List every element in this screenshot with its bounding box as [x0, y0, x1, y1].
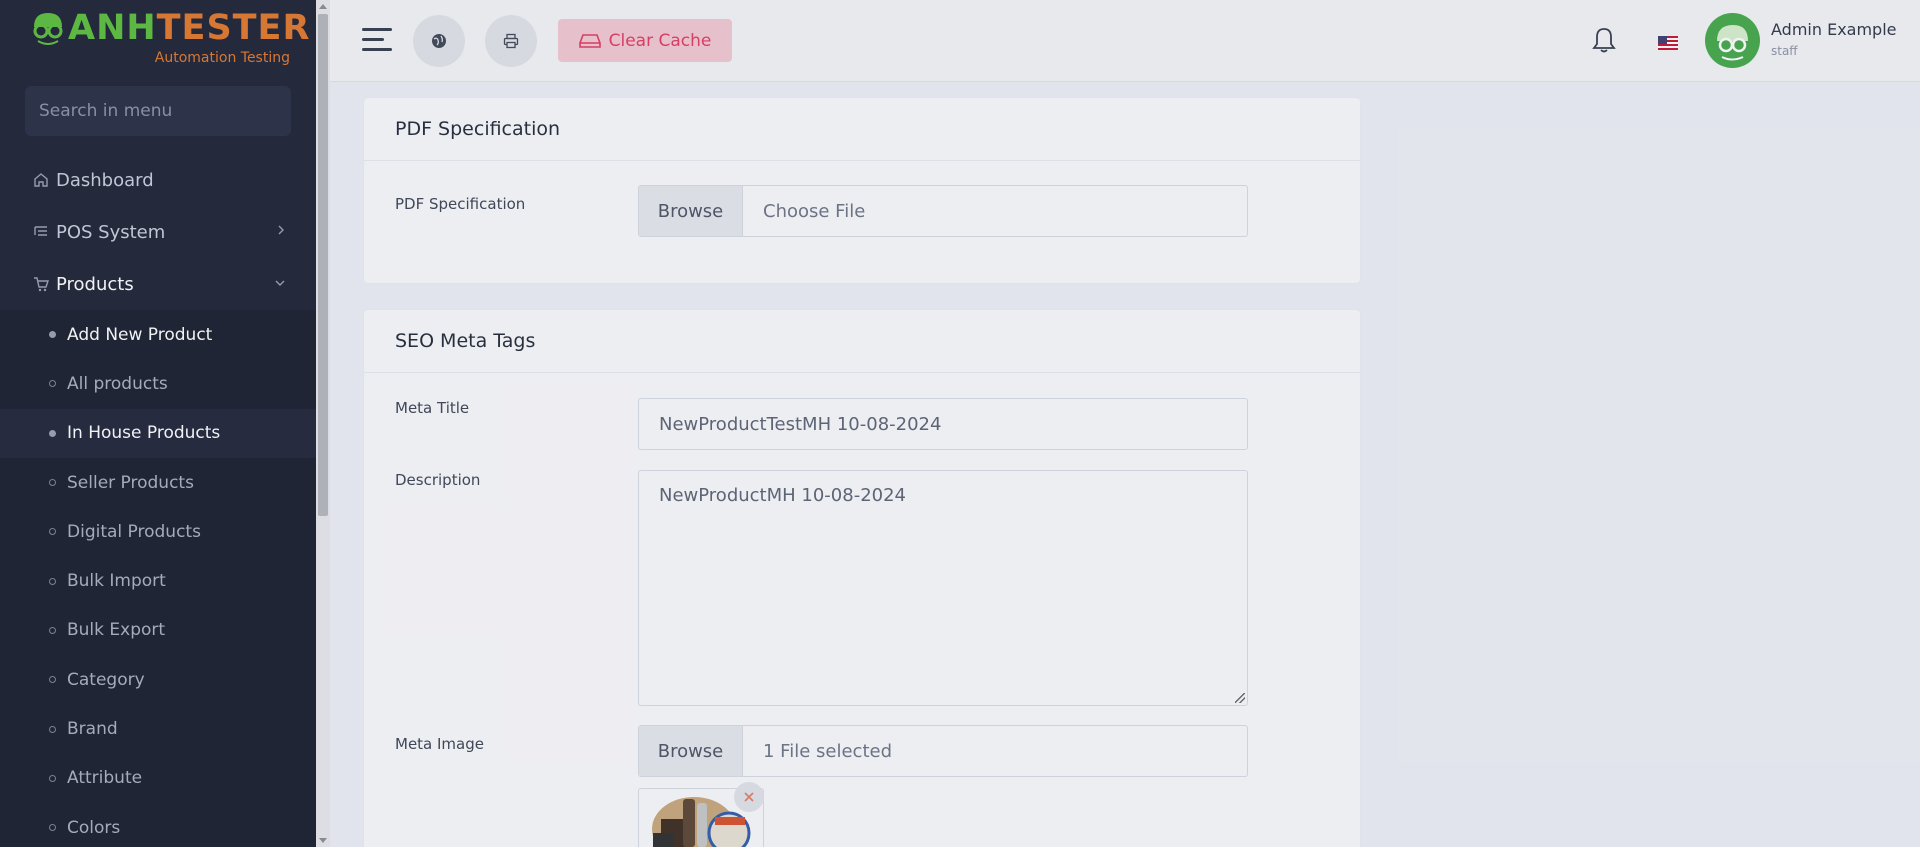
description-textarea[interactable]: NewProductMH 10-08-2024 — [638, 470, 1248, 706]
brand-name-green: ANH — [68, 8, 157, 48]
sidebar-item-label: POS System — [56, 221, 166, 243]
submenu-item-label: Brand — [67, 719, 118, 740]
top-header: Clear Cache Admin Example staff — [330, 0, 1920, 82]
menu-search-input[interactable]: Search in menu — [25, 86, 291, 136]
clear-cache-button[interactable]: Clear Cache — [558, 19, 732, 62]
remove-image-button[interactable] — [734, 782, 764, 812]
scrollbar-thumb[interactable] — [318, 14, 328, 516]
submenu-item-label: Digital Products — [67, 521, 201, 542]
resize-handle-icon[interactable] — [1235, 693, 1245, 703]
submenu-item-in-house-products[interactable]: In House Products — [0, 408, 316, 458]
sidebar-item-pos-system[interactable]: POS System — [0, 206, 316, 258]
bullet-icon — [49, 626, 56, 634]
submenu-item-label: Seller Products — [67, 472, 194, 493]
submenu-item-add-new-product[interactable]: Add New Product — [0, 310, 316, 359]
products-submenu: Add New Product All products In House Pr… — [0, 310, 316, 847]
avatar-mascot-icon — [1717, 25, 1748, 61]
browse-button[interactable]: Browse — [639, 726, 743, 776]
notifications-button[interactable] — [1592, 26, 1616, 54]
cart-icon — [32, 275, 50, 293]
globe-icon — [432, 34, 446, 48]
bullet-icon — [49, 824, 56, 832]
submenu-item-bulk-import[interactable]: Bulk Import — [0, 556, 316, 605]
sidebar-scrollbar[interactable] — [316, 0, 330, 847]
description-label: Description — [395, 471, 481, 489]
brand-logo[interactable]: ANHTESTER Automation Testing — [30, 8, 309, 68]
submenu-item-digital-products[interactable]: Digital Products — [0, 507, 316, 556]
sidebar-item-label: Dashboard — [56, 169, 154, 191]
us-flag-icon[interactable] — [1658, 36, 1678, 50]
submenu-item-category[interactable]: Category — [0, 655, 316, 704]
globe-button[interactable] — [413, 15, 465, 67]
submenu-item-label: Colors — [67, 817, 121, 838]
description-value: NewProductMH 10-08-2024 — [659, 485, 906, 506]
scroll-down-icon[interactable] — [319, 838, 327, 843]
chevron-right-icon — [276, 224, 286, 240]
hard-drive-icon — [578, 33, 601, 48]
pdf-specification-card: PDF Specification PDF Specification Brow… — [364, 98, 1360, 283]
brand-name-orange: TESTER — [156, 8, 311, 48]
submenu-item-label: Add New Product — [67, 324, 213, 345]
submenu-item-seller-products[interactable]: Seller Products — [0, 458, 316, 507]
sidebar-item-label: Products — [56, 273, 134, 295]
file-name: 1 File selected — [763, 740, 892, 762]
print-button[interactable] — [485, 15, 537, 67]
file-name: Choose File — [763, 200, 866, 222]
meta-title-label: Meta Title — [395, 399, 470, 417]
brand-name: ANHTESTER — [68, 8, 310, 48]
bullet-icon — [49, 774, 56, 782]
meta-title-input[interactable]: NewProductTestMH 10-08-2024 — [638, 398, 1248, 450]
user-role: staff — [1771, 44, 1798, 58]
pdf-specification-label: PDF Specification — [395, 195, 526, 213]
submenu-item-label: In House Products — [67, 423, 221, 444]
printer-icon — [503, 33, 519, 49]
submenu-item-brand[interactable]: Brand — [0, 704, 316, 753]
submenu-item-label: Attribute — [67, 768, 143, 789]
sidebar-item-dashboard[interactable]: Dashboard — [0, 154, 316, 206]
bullet-icon — [49, 380, 56, 388]
pdf-specification-file-input[interactable]: Browse Choose File — [638, 185, 1248, 237]
sidebar: ANHTESTER Automation Testing Search in m… — [0, 0, 316, 847]
menu-toggle-icon[interactable] — [362, 28, 392, 52]
list-tree-icon — [32, 223, 50, 241]
home-icon — [32, 171, 50, 189]
brand-tagline: Automation Testing — [154, 50, 290, 66]
bullet-icon — [49, 479, 56, 487]
submenu-item-label: Category — [67, 669, 145, 690]
submenu-item-label: All products — [67, 373, 168, 394]
browse-button[interactable]: Browse — [639, 186, 743, 236]
bullet-icon — [49, 725, 56, 733]
avatar[interactable] — [1705, 13, 1760, 68]
bullet-icon — [49, 429, 56, 437]
close-icon — [744, 792, 754, 802]
submenu-item-all-products[interactable]: All products — [0, 359, 316, 408]
sidebar-nav: Dashboard POS System Products Add New Pr… — [0, 154, 316, 847]
submenu-item-label: Bulk Import — [67, 571, 166, 592]
meta-image-label: Meta Image — [395, 735, 484, 753]
bullet-icon — [49, 331, 56, 339]
bell-icon — [1592, 28, 1616, 53]
seo-meta-tags-card: SEO Meta Tags Meta Title NewProductTestM… — [364, 310, 1360, 847]
scroll-up-icon[interactable] — [319, 4, 327, 9]
card-title: PDF Specification — [364, 98, 1360, 161]
bullet-icon — [49, 577, 56, 585]
user-name[interactable]: Admin Example — [1771, 20, 1897, 39]
submenu-item-label: Bulk Export — [67, 620, 166, 641]
submenu-item-bulk-export[interactable]: Bulk Export — [0, 606, 316, 655]
mascot-icon — [33, 13, 63, 45]
meta-image-file-input[interactable]: Browse 1 File selected — [638, 725, 1248, 777]
submenu-item-colors[interactable]: Colors — [0, 803, 316, 847]
chevron-down-icon — [274, 276, 286, 292]
bullet-icon — [49, 528, 56, 536]
submenu-item-attribute[interactable]: Attribute — [0, 754, 316, 803]
card-title: SEO Meta Tags — [364, 310, 1360, 373]
sidebar-item-products[interactable]: Products — [0, 258, 316, 310]
clear-cache-label: Clear Cache — [608, 30, 712, 51]
bullet-icon — [49, 676, 56, 684]
